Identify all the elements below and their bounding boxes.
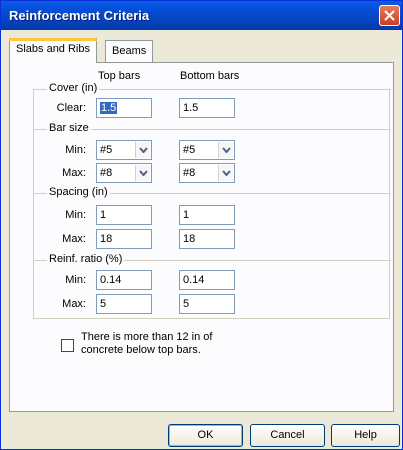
concrete-below-label[interactable]: There is more than 12 in of concrete bel… [81, 331, 212, 357]
criteria-frame [33, 89, 390, 319]
title-bar[interactable]: Reinforcement Criteria [1, 1, 402, 30]
close-button[interactable] [379, 5, 400, 26]
column-header-top-bars: Top bars [98, 70, 141, 82]
cancel-button[interactable]: Cancel [250, 424, 325, 447]
tab-slabs-and-ribs[interactable]: Slabs and Ribs [9, 38, 97, 63]
window-title: Reinforcement Criteria [9, 8, 150, 23]
concrete-below-checkbox[interactable] [61, 339, 74, 352]
concrete-below-label-line1: There is more than 12 in of [81, 331, 213, 343]
ok-button[interactable]: OK [168, 424, 243, 447]
dialog-window: Reinforcement Criteria Slabs and Ribs Be… [0, 0, 403, 450]
help-button[interactable]: Help [331, 424, 400, 447]
close-icon [384, 10, 395, 21]
tab-beams[interactable]: Beams [105, 40, 154, 62]
column-header-bottom-bars: Bottom bars [180, 70, 240, 82]
concrete-below-label-line2: concrete below top bars. [81, 344, 201, 356]
